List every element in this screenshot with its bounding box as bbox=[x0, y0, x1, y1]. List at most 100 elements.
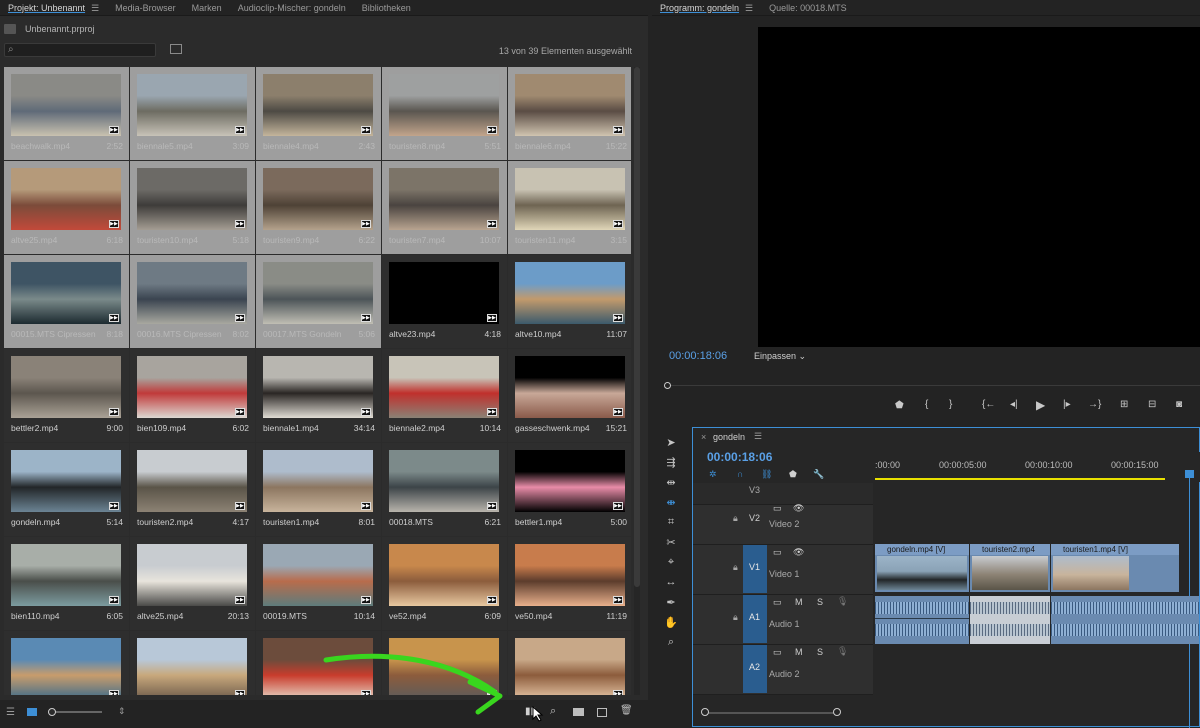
media-item[interactable]: ▶▶ touristen1.mp4 8:01 bbox=[256, 443, 381, 536]
add-marker-icon[interactable]: ⬟ bbox=[895, 400, 904, 411]
media-item[interactable]: ▶▶ biennale6.mp4 15:22 bbox=[508, 67, 631, 160]
slip-tool-icon[interactable]: ⌖ bbox=[662, 556, 680, 572]
new-item-icon[interactable] bbox=[597, 708, 607, 717]
search-input[interactable]: ⌕ bbox=[4, 43, 156, 57]
solo-button[interactable]: S bbox=[817, 647, 823, 657]
media-item[interactable]: ▶▶ ve50.mp4 11:19 bbox=[508, 537, 631, 630]
media-item[interactable]: ▶▶ beachwalk.mp4 2:52 bbox=[4, 67, 129, 160]
media-item[interactable]: ▶▶ altve25.mp4 20:13 bbox=[130, 537, 255, 630]
time-ruler[interactable]: :00:00 00:00:05:00 00:00:10:00 00:00:15:… bbox=[875, 452, 1200, 482]
program-timecode[interactable]: 00:00:18:06 bbox=[669, 350, 727, 362]
media-item[interactable]: ▶▶ 00017.MTS Gondeln 5:06 bbox=[256, 255, 381, 348]
export-frame-icon[interactable]: ◙ bbox=[1176, 399, 1182, 410]
eye-icon[interactable]: 👁︎ bbox=[793, 547, 804, 558]
voiceover-mic-icon[interactable]: 🎙︎ bbox=[837, 646, 848, 657]
audio-clip[interactable] bbox=[970, 596, 1050, 644]
sync-lock-icon[interactable]: ▭ bbox=[773, 597, 782, 608]
sort-icon[interactable]: ⇕ bbox=[118, 706, 126, 717]
media-item[interactable]: ▶▶ touristen10.mp4 5:18 bbox=[130, 161, 255, 254]
tab-markers[interactable]: Marken bbox=[184, 0, 230, 16]
mute-button[interactable]: M bbox=[795, 647, 803, 657]
voiceover-mic-icon[interactable]: 🎙︎ bbox=[837, 596, 848, 607]
go-to-in-icon[interactable]: {← bbox=[982, 399, 995, 410]
media-item[interactable]: ▶▶ touristen7.mp4 10:07 bbox=[382, 161, 507, 254]
pen-tool-icon[interactable]: ✒ bbox=[662, 596, 680, 612]
media-item[interactable]: ▶▶ biennale2.mp4 10:14 bbox=[382, 349, 507, 442]
sync-lock-icon[interactable]: ▭ bbox=[773, 547, 782, 558]
media-item[interactable]: ▶▶ bbox=[130, 631, 255, 695]
media-item[interactable]: ▶▶ bettler2.mp4 9:00 bbox=[4, 349, 129, 442]
sync-lock-icon[interactable]: ▭ bbox=[773, 647, 782, 658]
media-item[interactable]: ▶▶ biennale1.mp4 34:14 bbox=[256, 349, 381, 442]
add-marker-timeline-icon[interactable]: ⬟ bbox=[789, 469, 797, 480]
lift-icon[interactable]: ⊞ bbox=[1120, 399, 1128, 410]
program-timeline-bar[interactable] bbox=[664, 385, 1200, 386]
media-item[interactable]: ▶▶ bien109.mp4 6:02 bbox=[130, 349, 255, 442]
tab-project[interactable]: Projekt: Unbenannt ☰ bbox=[0, 0, 107, 16]
lock-icon[interactable]: 🔒︎ bbox=[733, 612, 738, 623]
track-select-tool-icon[interactable]: ⇶ bbox=[662, 456, 680, 472]
mark-in-icon[interactable]: { bbox=[925, 399, 928, 410]
step-back-icon[interactable]: ◂| bbox=[1010, 399, 1018, 410]
work-area-bar[interactable] bbox=[875, 478, 1165, 480]
timeline-zoom-scrollbar[interactable] bbox=[703, 712, 839, 714]
media-item[interactable]: ▶▶ bien110.mp4 6:05 bbox=[4, 537, 129, 630]
sequence-tab[interactable]: gondeln bbox=[713, 432, 745, 442]
playhead-handle-icon[interactable] bbox=[1185, 470, 1194, 478]
video-clip[interactable]: touristen1.mp4 [V] bbox=[1051, 544, 1179, 592]
media-item[interactable]: ▶▶ gasseschwenk.mp4 15:21 bbox=[508, 349, 631, 442]
tab-source[interactable]: Quelle: 00018.MTS bbox=[761, 0, 855, 16]
sync-lock-icon[interactable]: ▭ bbox=[773, 503, 782, 514]
media-item[interactable]: ▶▶ 00015.MTS Cipressen 8:18 bbox=[4, 255, 129, 348]
program-playhead-icon[interactable] bbox=[664, 382, 671, 389]
media-item[interactable]: ▶▶ 00018.MTS 6:21 bbox=[382, 443, 507, 536]
list-view-icon[interactable]: ☰ bbox=[6, 707, 15, 718]
media-item[interactable]: ▶▶ touristen8.mp4 5:51 bbox=[382, 67, 507, 160]
new-bin-from-search-icon[interactable] bbox=[170, 44, 182, 54]
slide-tool-icon[interactable]: ↔ bbox=[662, 576, 680, 592]
play-icon[interactable]: ▶ bbox=[1036, 398, 1045, 412]
lock-icon[interactable]: 🔒︎ bbox=[733, 513, 738, 524]
eye-icon[interactable]: 👁︎ bbox=[793, 503, 804, 514]
media-item[interactable]: ▶▶ bbox=[4, 631, 129, 695]
media-item[interactable]: ▶▶ touristen9.mp4 6:22 bbox=[256, 161, 381, 254]
media-item[interactable]: ▶▶ biennale4.mp4 2:43 bbox=[256, 67, 381, 160]
audio-clip[interactable] bbox=[875, 596, 969, 644]
media-item[interactable]: ▶▶ gondeln.mp4 5:14 bbox=[4, 443, 129, 536]
icon-view-icon[interactable] bbox=[27, 708, 37, 716]
tab-audio-mixer[interactable]: Audioclip-Mischer: gondeln bbox=[230, 0, 354, 16]
hand-tool-icon[interactable]: ✋ bbox=[662, 616, 680, 632]
step-forward-icon[interactable]: |▸ bbox=[1063, 399, 1071, 410]
rolling-edit-tool-icon[interactable]: ⇼ bbox=[662, 496, 680, 512]
close-tab-icon[interactable]: × bbox=[701, 432, 706, 442]
settings-wrench-icon[interactable]: 🔧 bbox=[813, 469, 824, 480]
tab-media-browser[interactable]: Media-Browser bbox=[107, 0, 184, 16]
program-video-display[interactable] bbox=[758, 27, 1200, 347]
video-clip[interactable]: touristen2.mp4 bbox=[970, 544, 1050, 592]
media-item[interactable]: ▶▶ bettler1.mp4 5:00 bbox=[508, 443, 631, 536]
audio-clip[interactable] bbox=[1051, 596, 1199, 644]
media-item[interactable]: ▶▶ 00016.MTS Cipressen 8:02 bbox=[130, 255, 255, 348]
razor-tool-icon[interactable]: ✂ bbox=[662, 536, 680, 552]
rate-stretch-tool-icon[interactable]: ⌗ bbox=[662, 516, 680, 532]
grid-scrollbar[interactable] bbox=[634, 67, 640, 695]
go-to-out-icon[interactable]: →} bbox=[1088, 399, 1101, 410]
media-item[interactable]: ▶▶ 00019.MTS 10:14 bbox=[256, 537, 381, 630]
lock-icon[interactable]: 🔒︎ bbox=[733, 562, 738, 573]
media-item[interactable]: ▶▶ altve10.mp4 11:07 bbox=[508, 255, 631, 348]
media-item[interactable]: ▶▶ bbox=[508, 631, 631, 695]
selection-tool-icon[interactable]: ➤ bbox=[662, 436, 680, 452]
scroll-handle-right[interactable] bbox=[833, 708, 841, 716]
media-item[interactable]: ▶▶ touristen2.mp4 4:17 bbox=[130, 443, 255, 536]
program-menu-icon[interactable]: ☰ bbox=[745, 0, 753, 16]
timeline-timecode[interactable]: 00:00:18:06 bbox=[707, 450, 772, 464]
media-item[interactable]: ▶▶ altve25.mp4 6:18 bbox=[4, 161, 129, 254]
new-bin-icon[interactable] bbox=[573, 708, 584, 716]
tab-libraries[interactable]: Bibliotheken bbox=[354, 0, 419, 16]
panel-menu-icon[interactable]: ☰ bbox=[91, 0, 99, 16]
media-item[interactable]: ▶▶ touristen11.mp4 3:15 bbox=[508, 161, 631, 254]
scroll-handle-left[interactable] bbox=[701, 708, 709, 716]
mark-out-icon[interactable]: } bbox=[949, 399, 952, 410]
scrollbar-thumb[interactable] bbox=[634, 67, 640, 587]
mute-button[interactable]: M bbox=[795, 597, 803, 607]
